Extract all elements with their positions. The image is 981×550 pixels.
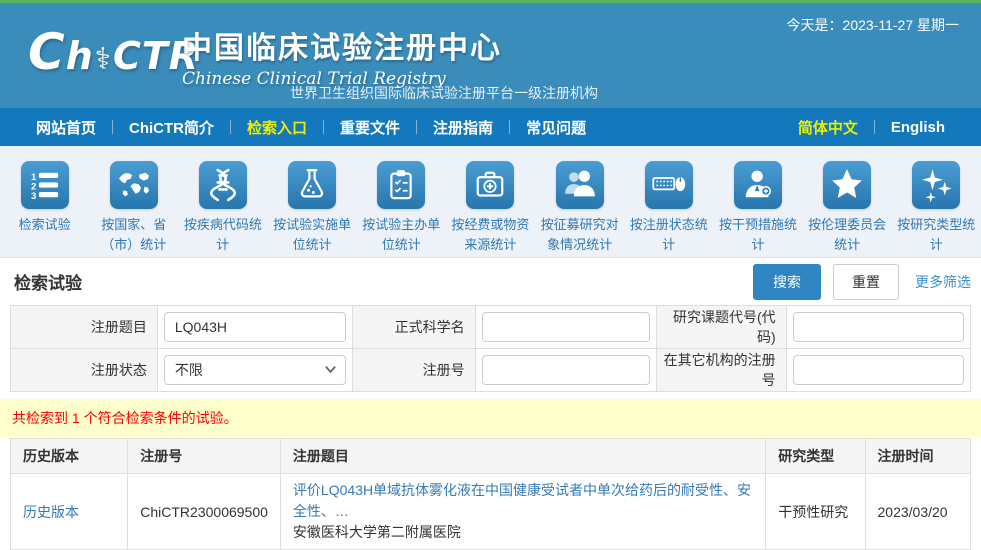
nav-faq[interactable]: 常见问题 bbox=[510, 117, 602, 138]
icon-label: 按国家、省（市）统计 bbox=[89, 215, 178, 254]
stats-by-study-type[interactable]: 按研究类型统计 bbox=[892, 161, 981, 254]
column-header-reg-title: 注册题目 bbox=[280, 439, 765, 474]
results-header-row: 历史版本 注册号 注册题目 研究类型 注册时间 bbox=[11, 439, 971, 474]
doctor-icon bbox=[734, 161, 782, 209]
stats-by-ethics-committee[interactable]: 按伦理委员会统计 bbox=[803, 161, 892, 254]
icon-label: 按经费或物资来源统计 bbox=[446, 215, 535, 254]
field-label-registration-title: 注册题目 bbox=[11, 306, 158, 349]
logo-letter-c: C bbox=[28, 23, 66, 81]
nav-links: 网站首页 ChiCTR简介 检索入口 重要文件 注册指南 常见问题 bbox=[20, 117, 602, 138]
page-title: 检索试验 bbox=[10, 269, 753, 294]
stats-by-implementing-institution[interactable]: 按试验实施单位统计 bbox=[268, 161, 357, 254]
site-header: Ch⚕CTR 中国临床试验注册中心 Chinese Clinical Trial… bbox=[0, 3, 981, 108]
svg-text:3: 3 bbox=[31, 191, 36, 202]
chictr-logo[interactable]: Ch⚕CTR bbox=[28, 27, 199, 77]
stats-by-funding-source[interactable]: 按经费或物资来源统计 bbox=[446, 161, 535, 254]
registration-title-input[interactable] bbox=[164, 312, 346, 342]
trial-title-link[interactable]: 评价LQ043H单域抗体雾化液在中国健康受试者中单次给药后的耐受性、安全性、… bbox=[293, 480, 753, 522]
medical-kit-icon bbox=[466, 161, 514, 209]
icon-label: 按疾病代码统计 bbox=[178, 215, 267, 254]
site-title-chinese: 中国临床试验注册中心 bbox=[182, 23, 502, 67]
search-button[interactable]: 搜索 bbox=[753, 264, 821, 300]
world-map-icon bbox=[110, 161, 158, 209]
stats-by-country-province[interactable]: 按国家、省（市）统计 bbox=[89, 161, 178, 254]
icon-label: 按试验主办单位统计 bbox=[357, 215, 446, 254]
field-label-study-code: 研究课题代号(代码) bbox=[657, 306, 787, 349]
flask-icon bbox=[288, 161, 336, 209]
column-header-history: 历史版本 bbox=[11, 439, 128, 474]
logo-letter-h: h bbox=[66, 34, 94, 78]
registration-status-select[interactable]: 不限 bbox=[164, 355, 346, 385]
search-trials-entry[interactable]: 123 检索试验 bbox=[0, 161, 89, 235]
icon-label: 按注册状态统计 bbox=[624, 215, 713, 254]
statistics-icon-strip: 123 检索试验 按国家、省（市）统计 按疾病代码统计 按试验实施单位统计 按试… bbox=[0, 146, 981, 258]
sparkles-icon bbox=[912, 161, 960, 209]
search-section-header: 检索试验 搜索 重置 更多筛选 bbox=[10, 258, 971, 305]
history-version-link[interactable]: 历史版本 bbox=[23, 504, 79, 520]
field-label-registration-number: 注册号 bbox=[352, 349, 475, 392]
institution-name: 安徽医科大学第二附属医院 bbox=[293, 522, 753, 543]
clipboard-icon bbox=[377, 161, 425, 209]
registration-number-input[interactable] bbox=[482, 355, 650, 385]
field-label-registration-status: 注册状态 bbox=[11, 349, 158, 392]
stats-by-disease-code[interactable]: 按疾病代码统计 bbox=[178, 161, 267, 254]
stats-by-sponsor-institution[interactable]: 按试验主办单位统计 bbox=[357, 161, 446, 254]
nav-registration-guide[interactable]: 注册指南 bbox=[417, 117, 509, 138]
language-switcher: 简体中文 English bbox=[782, 117, 961, 138]
main-content: 检索试验 搜索 重置 更多筛选 注册题目 正式科学名 研究课题代号(代码) 注册… bbox=[0, 258, 981, 550]
search-form: 注册题目 正式科学名 研究课题代号(代码) 注册状态 不限 注册号 bbox=[10, 305, 971, 392]
registration-date-cell: 2023/03/20 bbox=[865, 474, 971, 550]
lang-english[interactable]: English bbox=[875, 119, 961, 136]
table-row: 历史版本 ChiCTR2300069500 评价LQ043H单域抗体雾化液在中国… bbox=[11, 474, 971, 550]
other-registry-number-input[interactable] bbox=[793, 355, 964, 385]
column-header-reg-date: 注册时间 bbox=[865, 439, 971, 474]
icon-label: 按试验实施单位统计 bbox=[268, 215, 357, 254]
stats-by-registration-status[interactable]: 按注册状态统计 bbox=[624, 161, 713, 254]
icon-label: 按干预措施统计 bbox=[713, 215, 802, 254]
keyboard-mouse-icon bbox=[645, 161, 693, 209]
lang-simplified-chinese[interactable]: 简体中文 bbox=[782, 117, 874, 138]
result-count-message: 共检索到 1 个符合检索条件的试验。 bbox=[0, 399, 981, 437]
nav-important-documents[interactable]: 重要文件 bbox=[324, 117, 416, 138]
column-header-reg-number: 注册号 bbox=[128, 439, 281, 474]
stats-by-recruitment-status[interactable]: 按征募研究对象情况统计 bbox=[535, 161, 624, 254]
star-icon bbox=[823, 161, 871, 209]
icon-label: 按研究类型统计 bbox=[892, 215, 981, 254]
nav-about[interactable]: ChiCTR简介 bbox=[113, 117, 230, 138]
who-platform-subtitle: 世界卫生组织国际临床试验注册平台一级注册机构 bbox=[290, 83, 598, 103]
results-table: 历史版本 注册号 注册题目 研究类型 注册时间 历史版本 ChiCTR23000… bbox=[10, 438, 971, 550]
main-nav: 网站首页 ChiCTR简介 检索入口 重要文件 注册指南 常见问题 简体中文 E… bbox=[0, 108, 981, 146]
study-type-cell: 干预性研究 bbox=[766, 474, 865, 550]
site-title-block: 中国临床试验注册中心 Chinese Clinical Trial Regist… bbox=[182, 23, 502, 89]
field-label-other-registry-number: 在其它机构的注册号 bbox=[657, 349, 787, 392]
registration-title-cell: 评价LQ043H单域抗体雾化液在中国健康受试者中单次给药后的耐受性、安全性、… … bbox=[280, 474, 765, 550]
caduceus-icon: ⚕ bbox=[95, 42, 112, 77]
stats-by-intervention[interactable]: 按干预措施统计 bbox=[713, 161, 802, 254]
field-label-scientific-name: 正式科学名 bbox=[352, 306, 475, 349]
nav-home[interactable]: 网站首页 bbox=[20, 117, 112, 138]
registration-number-cell: ChiCTR2300069500 bbox=[128, 474, 281, 550]
dna-icon bbox=[199, 161, 247, 209]
more-filters-link[interactable]: 更多筛选 bbox=[915, 272, 971, 292]
people-icon bbox=[556, 161, 604, 209]
icon-label: 按伦理委员会统计 bbox=[803, 215, 892, 254]
scientific-name-input[interactable] bbox=[482, 312, 650, 342]
icon-label: 检索试验 bbox=[19, 215, 71, 235]
column-header-study-type: 研究类型 bbox=[766, 439, 865, 474]
icon-label: 按征募研究对象情况统计 bbox=[535, 215, 624, 254]
today-date: 今天是：2023-11-27 星期一 bbox=[787, 15, 959, 35]
reset-button[interactable]: 重置 bbox=[833, 264, 899, 300]
study-code-input[interactable] bbox=[793, 312, 964, 342]
nav-search-entry[interactable]: 检索入口 bbox=[231, 117, 323, 138]
numbered-list-icon: 123 bbox=[21, 161, 69, 209]
